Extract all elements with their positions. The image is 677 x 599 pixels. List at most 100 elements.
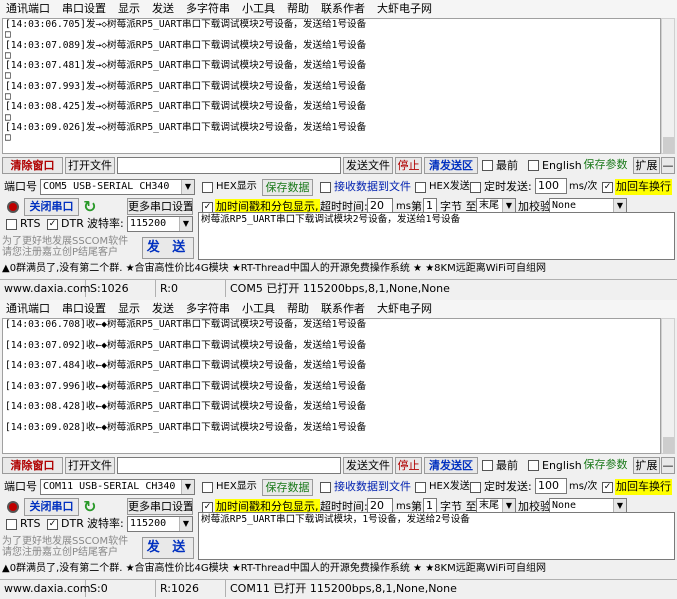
hint-line-1[interactable]: 为了更好地发展SSCOM软件 bbox=[2, 236, 128, 247]
save-params-button[interactable]: 保存参数 bbox=[580, 457, 631, 474]
log-line: [14:03:08.425]发→◇树莓派RP5_UART串口下载调试模块2号设备… bbox=[5, 102, 658, 123]
port-select[interactable]: COM11 USB-SERIAL CH340 ▼ bbox=[40, 479, 195, 495]
send-input[interactable]: 树莓派RP5_UART串口下载调试模块，1号设备，发送给2号设备 bbox=[198, 512, 675, 560]
top-most-checkbox[interactable] bbox=[482, 460, 493, 471]
menu-item[interactable]: 串口设置 bbox=[56, 300, 112, 318]
dtr-checkbox[interactable]: ✓ bbox=[47, 219, 58, 230]
menu-item[interactable]: 通讯端口 bbox=[0, 300, 56, 318]
file-path-input[interactable] bbox=[117, 157, 341, 174]
add-crlf-label: 加回车换行 bbox=[615, 479, 672, 495]
recv-to-file-checkbox[interactable] bbox=[320, 482, 331, 493]
clear-window-button[interactable]: 清除窗口 bbox=[2, 457, 63, 474]
menu-item[interactable]: 联系作者 bbox=[315, 0, 371, 18]
status-site[interactable]: www.daxia.com bbox=[0, 280, 91, 297]
menu-item[interactable]: 显示 bbox=[112, 0, 146, 18]
chevron-down-icon: ▼ bbox=[179, 517, 192, 531]
send-file-button[interactable]: 发送文件 bbox=[343, 457, 393, 474]
receive-log[interactable]: [14:03:06.705]发→◇树莓派RP5_UART串口下载调试模块2号设备… bbox=[2, 18, 661, 154]
menu-item[interactable]: 联系作者 bbox=[315, 300, 371, 318]
rts-checkbox[interactable] bbox=[6, 219, 17, 230]
send-file-button[interactable]: 发送文件 bbox=[343, 157, 393, 174]
minimize-panel-button[interactable]: — bbox=[661, 157, 675, 174]
log-line-text: [14:03:09.028]收←◆树莓派RP5_UART串口下载调试模块2号设备… bbox=[5, 421, 367, 433]
menu-item[interactable]: 小工具 bbox=[236, 300, 281, 318]
port-select[interactable]: COM5 USB-SERIAL CH340 ▼ bbox=[40, 179, 195, 195]
log-line-text: [14:03:07.484]收←◆树莓派RP5_UART串口下载调试模块2号设备… bbox=[5, 360, 367, 372]
menu-item[interactable]: 帮助 bbox=[281, 0, 315, 18]
send-button[interactable]: 发 送 bbox=[142, 537, 194, 559]
timed-interval-input[interactable]: 100 bbox=[535, 178, 567, 194]
send-input[interactable]: 树莓派RP5_UART串口下载调试模块2号设备，发送给1号设备 bbox=[198, 212, 675, 260]
add-crlf-checkbox[interactable]: ✓ bbox=[602, 182, 613, 193]
log-scrollbar[interactable] bbox=[661, 318, 675, 454]
log-line-text: [14:03:09.026]发→◇树莓派RP5_UART串口下载调试模块2号设备… bbox=[5, 121, 367, 133]
stop-button[interactable]: 停止 bbox=[395, 157, 422, 174]
hex-display-checkbox[interactable] bbox=[202, 182, 213, 193]
chevron-down-icon: ▼ bbox=[502, 499, 515, 513]
send-button[interactable]: 发 送 bbox=[142, 237, 194, 259]
ad-marquee[interactable]: ▲0群满员了,没有第二个群. ★合宙高性价比4G模块 ★RT-Thread中国人… bbox=[2, 561, 675, 577]
hex-send-checkbox[interactable] bbox=[415, 482, 426, 493]
refresh-icon[interactable]: ↻ bbox=[83, 499, 96, 515]
status-port: COM11 已打开 115200bps,8,1,None,None bbox=[230, 582, 457, 595]
clear-send-button[interactable]: 清发送区 bbox=[424, 157, 478, 174]
file-path-input[interactable] bbox=[117, 457, 341, 474]
menu-item[interactable]: 串口设置 bbox=[56, 0, 112, 18]
more-settings-button[interactable]: 更多串口设置 bbox=[127, 498, 193, 515]
menu-item[interactable]: 显示 bbox=[112, 300, 146, 318]
log-line: [14:03:06.708]收←◆树莓派RP5_UART串口下载调试模块2号设备… bbox=[5, 319, 658, 341]
timed-send-checkbox[interactable] bbox=[470, 482, 481, 493]
menu-item[interactable]: 多字符串 bbox=[180, 0, 236, 18]
hex-send-checkbox[interactable] bbox=[415, 182, 426, 193]
menu-item[interactable]: 发送 bbox=[146, 0, 180, 18]
top-most-checkbox[interactable] bbox=[482, 160, 493, 171]
timed-interval-input[interactable]: 100 bbox=[535, 478, 567, 494]
save-data-button[interactable]: 保存数据 bbox=[262, 479, 313, 496]
close-port-button[interactable]: 关闭串口 bbox=[24, 498, 79, 516]
tail-value: 末尾 bbox=[479, 500, 499, 511]
hex-display-checkbox[interactable] bbox=[202, 482, 213, 493]
expand-button[interactable]: 扩展 bbox=[633, 157, 660, 174]
recv-to-file-checkbox[interactable] bbox=[320, 182, 331, 193]
english-checkbox[interactable] bbox=[528, 460, 539, 471]
expand-button[interactable]: 扩展 bbox=[633, 457, 660, 474]
receive-log[interactable]: [14:03:06.708]收←◆树莓派RP5_UART串口下载调试模块2号设备… bbox=[2, 318, 661, 454]
scroll-thumb[interactable] bbox=[663, 437, 674, 454]
baud-select[interactable]: 115200 ▼ bbox=[127, 516, 193, 532]
status-recv-count: R:0 bbox=[156, 280, 226, 297]
rts-label: RTS bbox=[20, 217, 41, 230]
open-file-button[interactable]: 打开文件 bbox=[65, 157, 115, 174]
baud-select[interactable]: 115200 ▼ bbox=[127, 216, 193, 232]
refresh-icon[interactable]: ↻ bbox=[83, 199, 96, 215]
clear-window-button[interactable]: 清除窗口 bbox=[2, 157, 63, 174]
menu-item[interactable]: 多字符串 bbox=[180, 300, 236, 318]
close-port-button[interactable]: 关闭串口 bbox=[24, 198, 79, 216]
menu-item[interactable]: 发送 bbox=[146, 300, 180, 318]
save-data-button[interactable]: 保存数据 bbox=[262, 179, 313, 196]
menu-item[interactable]: 大虾电子网 bbox=[371, 300, 438, 318]
hint-line-2[interactable]: 请您注册嘉立创P结尾客户 bbox=[2, 547, 118, 558]
ad-marquee[interactable]: ▲0群满员了,没有第二个群. ★合宙高性价比4G模块 ★RT-Thread中国人… bbox=[2, 261, 675, 277]
more-settings-button[interactable]: 更多串口设置 bbox=[127, 198, 193, 215]
menu-item[interactable]: 通讯端口 bbox=[0, 0, 56, 18]
clear-send-button[interactable]: 清发送区 bbox=[424, 457, 478, 474]
log-scrollbar[interactable] bbox=[661, 18, 675, 154]
dtr-checkbox[interactable]: ✓ bbox=[47, 519, 58, 530]
english-checkbox[interactable] bbox=[528, 160, 539, 171]
menu-item[interactable]: 大虾电子网 bbox=[371, 0, 438, 18]
timed-send-checkbox[interactable] bbox=[470, 182, 481, 193]
menu-item[interactable]: 小工具 bbox=[236, 0, 281, 18]
add-crlf-checkbox[interactable]: ✓ bbox=[602, 482, 613, 493]
open-file-button[interactable]: 打开文件 bbox=[65, 457, 115, 474]
hint-line-1[interactable]: 为了更好地发展SSCOM软件 bbox=[2, 536, 128, 547]
status-site[interactable]: www.daxia.com bbox=[0, 580, 91, 597]
minimize-panel-button[interactable]: — bbox=[661, 457, 675, 474]
stop-button[interactable]: 停止 bbox=[395, 457, 422, 474]
log-line-text: [14:03:08.428]收←◆树莓派RP5_UART串口下载调试模块2号设备… bbox=[5, 401, 367, 413]
dtr-label: DTR bbox=[61, 517, 84, 530]
scroll-thumb[interactable] bbox=[663, 137, 674, 154]
rts-checkbox[interactable] bbox=[6, 519, 17, 530]
menu-item[interactable]: 帮助 bbox=[281, 300, 315, 318]
save-params-button[interactable]: 保存参数 bbox=[580, 157, 631, 174]
hint-line-2[interactable]: 请您注册嘉立创P结尾客户 bbox=[2, 247, 118, 258]
